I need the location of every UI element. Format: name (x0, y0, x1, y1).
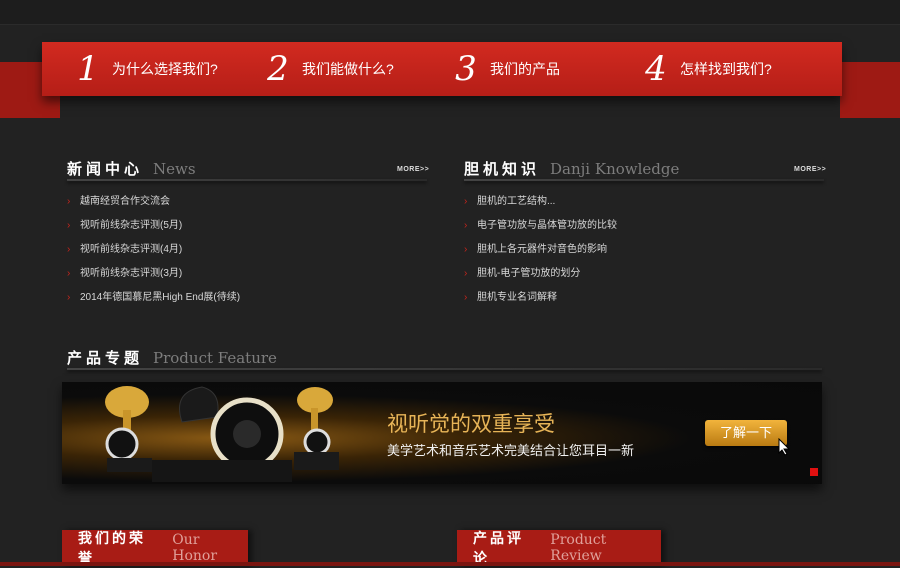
banner-subtitle: 美学艺术和音乐艺术完美结合让您耳目一新 (387, 443, 635, 458)
pointer-cursor-icon (778, 438, 791, 456)
tab-label: 我们的产品 (490, 61, 560, 77)
tab-label: 怎样找到我们? (680, 61, 772, 77)
tab-number: 2 (267, 49, 289, 89)
tab-number: 4 (645, 49, 667, 89)
news-title-cn: 新闻中心 (67, 161, 144, 178)
list-item[interactable]: › 2014年德国慕尼黑High End展(待续) (67, 286, 240, 310)
knowledge-title-en: Danji Knowledge (550, 160, 680, 178)
chevron-right-icon: › (67, 268, 71, 279)
knowledge-divider (464, 179, 824, 181)
tab-what-we-do[interactable]: 2 我们能做什么? (260, 42, 394, 96)
knowledge-section-title: 胆机知识 Danji Knowledge (464, 158, 679, 179)
list-item[interactable]: › 胆机上各元器件对音色的影响 (464, 238, 617, 262)
top-strip (0, 0, 900, 25)
news-title-en: News (153, 160, 196, 178)
honor-section-tab: 我们的荣誉 Our Honor (62, 530, 248, 566)
list-item[interactable]: › 胆机专业名词解释 (464, 286, 617, 310)
tab-label: 为什么选择我们? (112, 61, 218, 77)
chevron-right-icon: › (464, 292, 468, 303)
product-feature-banner[interactable]: 视听觉的双重享受 美学艺术和音乐艺术完美结合让您耳目一新 了解一下 (62, 382, 822, 484)
knowledge-title-cn: 胆机知识 (464, 161, 541, 178)
feature-title-en: Product Feature (153, 349, 277, 367)
review-title-en: Product Review (550, 532, 607, 564)
chevron-right-icon: › (464, 196, 468, 207)
knowledge-more-link[interactable]: MORE>> (794, 166, 826, 173)
banner-headline: 视听觉的双重享受 (387, 413, 555, 436)
ribbon-band-right (840, 62, 900, 118)
list-item[interactable]: › 越南经贸合作交流会 (67, 190, 240, 214)
chevron-right-icon: › (464, 268, 468, 279)
list-item[interactable]: › 视听前线杂志评测(4月) (67, 238, 240, 262)
banner-corner-marker (810, 468, 818, 476)
tab-find-us[interactable]: 4 怎样找到我们? (638, 42, 772, 96)
bottom-red-band (0, 562, 900, 566)
nav-ribbon: 1 为什么选择我们? 2 我们能做什么? 3 我们的产品 4 怎样找到我们? (42, 42, 842, 96)
chevron-right-icon: › (67, 244, 71, 255)
feature-divider (67, 368, 822, 370)
tab-number: 3 (455, 49, 477, 89)
chevron-right-icon: › (464, 244, 468, 255)
news-list: › 越南经贸合作交流会 › 视听前线杂志评测(5月) › 视听前线杂志评测(4月) ›… (67, 190, 240, 310)
honor-title-en: Our Honor (172, 532, 218, 564)
tab-why-choose-us[interactable]: 1 为什么选择我们? (70, 42, 218, 96)
review-section-tab: 产品评论 Product Review (457, 530, 661, 566)
news-more-link[interactable]: MORE>> (397, 166, 429, 173)
chevron-right-icon: › (464, 220, 468, 231)
list-item[interactable]: › 胆机-电子管功放的划分 (464, 262, 617, 286)
chevron-right-icon: › (67, 196, 71, 207)
learn-more-button[interactable]: 了解一下 (705, 420, 787, 446)
speaker-illustration (105, 386, 339, 482)
list-item[interactable]: › 视听前线杂志评测(5月) (67, 214, 240, 238)
chevron-right-icon: › (67, 220, 71, 231)
list-item[interactable]: › 电子管功放与晶体管功放的比较 (464, 214, 617, 238)
tab-number: 1 (77, 49, 99, 89)
tab-label: 我们能做什么? (302, 61, 394, 77)
news-divider (67, 179, 427, 181)
news-section-title: 新闻中心 News (67, 158, 196, 179)
feature-title-cn: 产品专题 (67, 350, 144, 367)
list-item[interactable]: › 视听前线杂志评测(3月) (67, 262, 240, 286)
chevron-right-icon: › (67, 292, 71, 303)
knowledge-list: › 胆机的工艺结构... › 电子管功放与晶体管功放的比较 › 胆机上各元器件对音色的… (464, 190, 617, 310)
feature-section-title: 产品专题 Product Feature (67, 347, 277, 368)
list-item[interactable]: › 胆机的工艺结构... (464, 190, 617, 214)
tab-our-products[interactable]: 3 我们的产品 (448, 42, 560, 96)
